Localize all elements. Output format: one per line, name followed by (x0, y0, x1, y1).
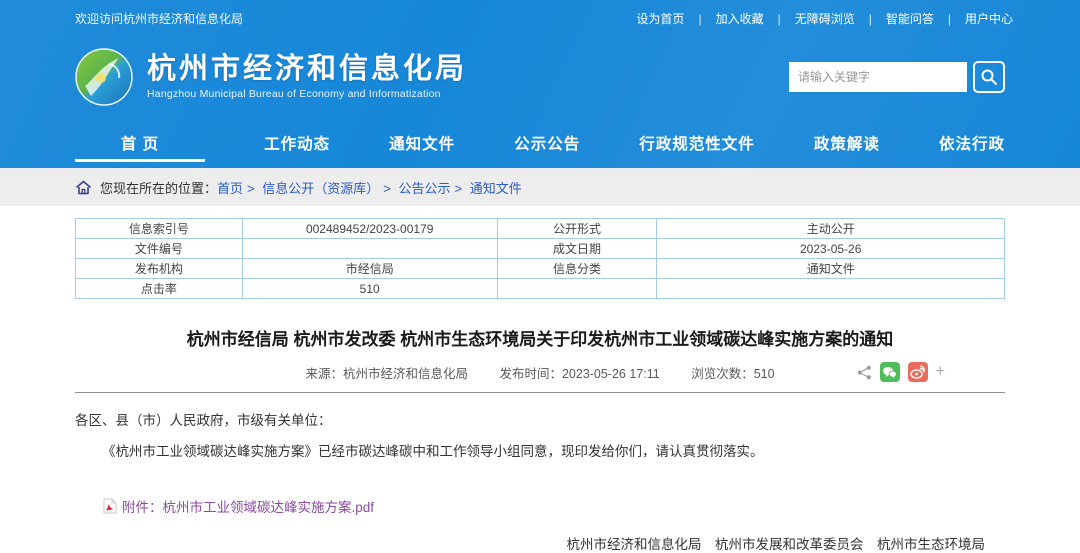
share-icon[interactable] (857, 365, 872, 380)
site-title-en: Hangzhou Municipal Bureau of Economy and… (147, 88, 467, 100)
info-label: 信息索引号 (76, 219, 243, 239)
logo-globe-icon (75, 48, 133, 106)
nav-item-policy-interpretation[interactable]: 政策解读 (814, 118, 880, 168)
top-bar-links: 设为首页 加入收藏 无障碍浏览 智能问答 用户中心 (629, 10, 1020, 27)
nav-item-notices[interactable]: 通知文件 (389, 118, 455, 168)
article-salutation: 各区、县（市）人民政府，市级有关单位： (75, 411, 1005, 431)
info-value (242, 239, 497, 259)
nav-item-home[interactable]: 首 页 (75, 118, 205, 168)
info-value: 002489452/2023-00179 (242, 219, 497, 239)
info-label: 发布机构 (76, 259, 243, 279)
nav-item-administration-by-law[interactable]: 依法行政 (939, 118, 1005, 168)
document-info-table: 信息索引号 002489452/2023-00179 公开形式 主动公开 文件编… (75, 218, 1005, 299)
meta-publish-time: 发布时间：2023-05-26 17:11 (499, 367, 659, 381)
main-nav: 首 页 工作动态 通知文件 公示公告 行政规范性文件 政策解读 依法行政 (0, 118, 1080, 168)
meta-views: 浏览次数：510 (691, 367, 774, 381)
table-row: 发布机构 市经信局 信息分类 通知文件 (76, 259, 1005, 279)
info-value: 通知文件 (657, 259, 1005, 279)
weibo-share-icon[interactable] (908, 362, 928, 382)
crumb-info-disclosure-link[interactable]: 信息公开（资源库） (262, 181, 395, 196)
nav-item-regulatory-docs[interactable]: 行政规范性文件 (639, 118, 755, 168)
info-value: 市经信局 (242, 259, 497, 279)
breadcrumb: 您现在所在的位置： 首页 信息公开（资源库） 公告公示 通知文件 (0, 168, 1080, 206)
nav-item-announcements[interactable]: 公示公告 (514, 118, 580, 168)
attachment-link[interactable]: 附件：杭州市工业领域碳达峰实施方案.pdf (122, 496, 374, 516)
brand-text: 杭州市经济和信息化局 Hangzhou Municipal Bureau of … (147, 54, 467, 101)
info-value (657, 279, 1005, 299)
page-title: 杭州市经信局 杭州市发改委 杭州市生态环境局关于印发杭州市工业领域碳达峰实施方案… (75, 325, 1005, 350)
pdf-icon (103, 498, 117, 514)
article-content: 信息索引号 002489452/2023-00179 公开形式 主动公开 文件编… (75, 218, 1005, 553)
info-label: 文件编号 (76, 239, 243, 259)
table-row: 文件编号 成文日期 2023-05-26 (76, 239, 1005, 259)
info-value: 2023-05-26 (657, 239, 1005, 259)
info-label (497, 279, 657, 299)
link-user-center[interactable]: 用户中心 (958, 10, 1020, 27)
crumb-announcements-link[interactable]: 公告公示 (398, 181, 466, 196)
search-input[interactable] (789, 62, 967, 92)
link-set-homepage[interactable]: 设为首页 (629, 10, 708, 27)
meta-divider (75, 392, 1005, 393)
info-value: 510 (242, 279, 497, 299)
info-label: 公开形式 (497, 219, 657, 239)
breadcrumb-prefix: 您现在所在的位置： (100, 178, 217, 197)
search-area (789, 61, 1005, 93)
meta-source: 来源：杭州市经济和信息化局 (305, 367, 468, 381)
attachment-row: 附件：杭州市工业领域碳达峰实施方案.pdf (103, 496, 1005, 516)
crumb-notices-link[interactable]: 通知文件 (470, 181, 522, 196)
welcome-text: 欢迎访问杭州市经济和信息化局 (75, 10, 243, 27)
share-toolbar: + (857, 362, 945, 382)
home-icon[interactable] (75, 179, 92, 196)
table-row: 点击率 510 (76, 279, 1005, 299)
article-paragraph: 《杭州市工业领域碳达峰实施方案》已经市碳达峰碳中和工作领导小组同意，现印发给你们… (75, 442, 1005, 462)
site-title: 杭州市经济和信息化局 (147, 54, 467, 86)
info-label: 点击率 (76, 279, 243, 299)
link-smart-qa[interactable]: 智能问答 (879, 10, 958, 27)
article-meta: 来源：杭州市经济和信息化局 发布时间：2023-05-26 17:11 浏览次数… (75, 362, 1005, 386)
search-icon (980, 68, 998, 86)
site-logo[interactable]: 杭州市经济和信息化局 Hangzhou Municipal Bureau of … (75, 48, 467, 106)
brand-row: 杭州市经济和信息化局 Hangzhou Municipal Bureau of … (0, 36, 1080, 118)
link-accessibility[interactable]: 无障碍浏览 (788, 10, 879, 27)
link-add-favorite[interactable]: 加入收藏 (709, 10, 788, 27)
info-label: 信息分类 (497, 259, 657, 279)
wechat-share-icon[interactable] (880, 362, 900, 382)
crumb-home-link[interactable]: 首页 (217, 181, 259, 196)
info-value: 主动公开 (657, 219, 1005, 239)
search-button[interactable] (973, 61, 1005, 93)
signature-agencies: 杭州市经济和信息化局 杭州市发展和改革委员会 杭州市生态环境局 (75, 533, 1005, 553)
top-bar: 欢迎访问杭州市经济和信息化局 设为首页 加入收藏 无障碍浏览 智能问答 用户中心 (0, 0, 1080, 36)
site-header: 欢迎访问杭州市经济和信息化局 设为首页 加入收藏 无障碍浏览 智能问答 用户中心 (0, 0, 1080, 168)
nav-item-work-news[interactable]: 工作动态 (264, 118, 330, 168)
info-label: 成文日期 (497, 239, 657, 259)
breadcrumb-links: 首页 信息公开（资源库） 公告公示 通知文件 (217, 178, 522, 197)
table-row: 信息索引号 002489452/2023-00179 公开形式 主动公开 (76, 219, 1005, 239)
more-share-icon[interactable]: + (936, 362, 945, 382)
